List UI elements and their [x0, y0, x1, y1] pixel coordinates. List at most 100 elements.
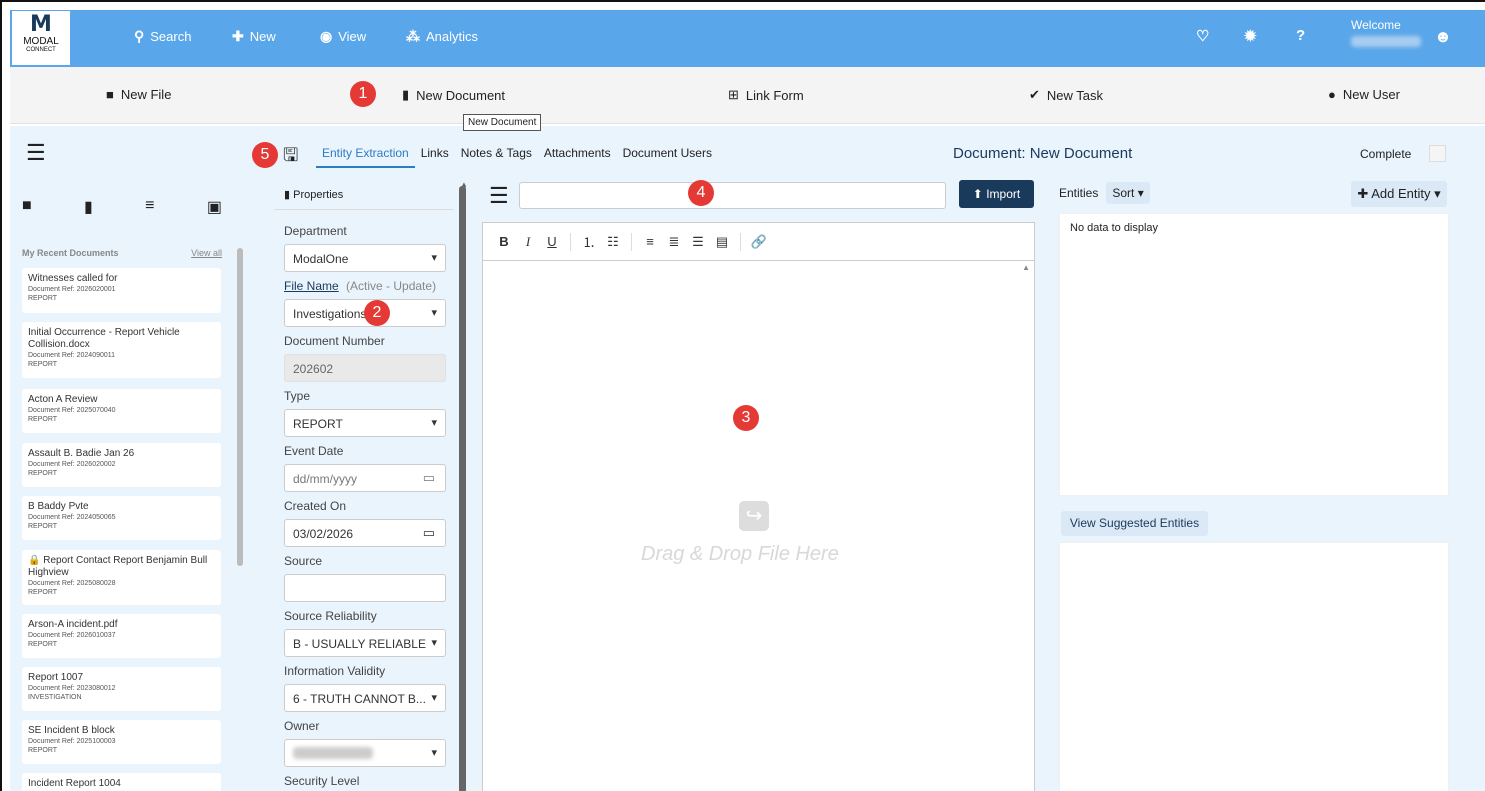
recent-document-item[interactable]: Acton A Review Document Ref: 2025070040 …	[22, 389, 221, 433]
new-user-button[interactable]: ● New User	[1328, 87, 1400, 102]
nav-new[interactable]: ✚ New	[232, 28, 276, 45]
document-tabs: Entity Extraction Links Notes & Tags Att…	[316, 146, 718, 168]
bell-icon[interactable]: ♡	[1196, 27, 1209, 45]
toolbar-divider	[740, 232, 741, 251]
recent-document-item[interactable]: Incident Report 1004	[22, 773, 221, 791]
file-icon: ▮	[284, 189, 291, 201]
underline-button[interactable]: U	[541, 234, 563, 249]
tab-entity-extraction[interactable]: Entity Extraction	[316, 146, 415, 168]
briefcase-icon[interactable]: ■	[22, 197, 32, 217]
frame-icon[interactable]: ▣	[207, 197, 222, 217]
recent-document-item[interactable]: SE Incident B block Document Ref: 202510…	[22, 720, 221, 764]
align-center-icon[interactable]: ≣	[663, 234, 685, 250]
help-icon[interactable]: ?	[1296, 27, 1305, 44]
recent-doc-title: Witnesses called for	[28, 273, 118, 284]
source-reliability-select[interactable]: B - USUALLY RELIABLE	[284, 629, 446, 657]
rich-text-editor[interactable]: B I U ⒈ ☷ ≡ ≣ ☰ ▤ 🔗 ▲ ↪ Drag & Drop File…	[482, 222, 1035, 791]
user-icon: ●	[1328, 87, 1336, 102]
ordered-list-icon[interactable]: ⒈	[578, 232, 600, 251]
recent-doc-title: Assault B. Badie Jan 26	[28, 448, 135, 459]
properties-title: Properties	[293, 189, 344, 201]
view-suggested-entities-button[interactable]: View Suggested Entities	[1061, 511, 1208, 536]
drop-zone[interactable]: ▲ ↪ Drag & Drop File Here	[483, 261, 1034, 791]
nav-analytics-label: Analytics	[426, 29, 479, 44]
logo-title: MODAL	[23, 36, 59, 47]
recent-doc-type: REPORT	[28, 416, 58, 423]
import-button[interactable]: ⬆ Import	[959, 180, 1034, 208]
editor-menu-icon[interactable]: ☰	[489, 185, 509, 207]
complete-checkbox[interactable]	[1429, 145, 1446, 162]
document-title-input[interactable]	[519, 182, 946, 209]
tab-document-users[interactable]: Document Users	[617, 146, 718, 168]
recent-doc-ref: Document Ref: 2026020002	[28, 461, 116, 468]
annotation-badge: 2	[364, 300, 390, 326]
save-icon[interactable]: 🖫	[283, 143, 298, 173]
tab-notes-tags[interactable]: Notes & Tags	[455, 146, 538, 168]
list-icon[interactable]: ≡	[145, 197, 154, 217]
bullet-list-icon[interactable]: ☷	[602, 234, 624, 250]
app-logo[interactable]: M MODAL CONNECT	[12, 11, 70, 65]
align-left-icon[interactable]: ≡	[639, 234, 661, 249]
recent-document-item[interactable]: Initial Occurrence - Report Vehicle Coll…	[22, 322, 221, 378]
view-all-link[interactable]: View all	[191, 248, 222, 258]
add-entity-button[interactable]: ✚ Add Entity ▾	[1351, 181, 1447, 207]
new-file-button[interactable]: ■ New File	[106, 87, 171, 102]
file-name-link[interactable]: File Name	[284, 279, 339, 293]
import-label: Import	[986, 187, 1021, 201]
bold-button[interactable]: B	[493, 234, 515, 249]
recent-doc-type: REPORT	[28, 523, 58, 530]
recent-document-item[interactable]: Arson-A incident.pdf Document Ref: 20260…	[22, 614, 221, 658]
scroll-up-arrow-icon[interactable]: ▲	[460, 180, 468, 189]
nav-view[interactable]: ◉ View	[320, 28, 366, 45]
nav-search[interactable]: ⚲ Search	[134, 28, 191, 45]
link-icon[interactable]: 🔗	[748, 234, 770, 250]
information-validity-select[interactable]: 6 - TRUTH CANNOT B...	[284, 684, 446, 712]
type-select[interactable]: REPORT	[284, 409, 446, 437]
recent-document-item[interactable]: B Baddy Pvte Document Ref: 2024050065 RE…	[22, 496, 221, 540]
gear-icon[interactable]: ✹	[1244, 27, 1257, 45]
link-form-button[interactable]: ⊞ Link Form	[728, 87, 804, 103]
recent-doc-ref: Document Ref: 2025080028	[28, 580, 116, 587]
department-select[interactable]: ModalOne	[284, 244, 446, 272]
tab-links[interactable]: Links	[415, 146, 455, 168]
check-icon: ✔	[1029, 87, 1040, 102]
user-circle-icon[interactable]: ☻	[1434, 27, 1452, 47]
file-name-note: (Active - Update)	[346, 279, 437, 293]
sidebar-menu-icon[interactable]: ☰	[26, 142, 46, 164]
nav-search-label: Search	[150, 29, 192, 44]
sitemap-icon: ⁂	[406, 28, 420, 44]
type-label: Type	[284, 389, 311, 403]
sidebar-scrollbar[interactable]	[236, 238, 244, 791]
created-on-input[interactable]: 03/02/2026	[284, 519, 446, 547]
new-document-button[interactable]: ▮ New Document	[402, 87, 505, 103]
properties-header: ▮ Properties	[274, 180, 454, 210]
complete-label: Complete	[1360, 147, 1412, 161]
nav-analytics[interactable]: ⁂ Analytics	[406, 28, 478, 45]
welcome-label: Welcome	[1351, 18, 1401, 32]
sort-button[interactable]: Sort ▾	[1106, 182, 1150, 204]
sidebar-scroll-thumb[interactable]	[237, 248, 243, 566]
file-icon: ▮	[402, 87, 410, 102]
recent-doc-ref: Document Ref: 2023080012	[28, 685, 116, 692]
recent-document-item[interactable]: Witnesses called for Document Ref: 20260…	[22, 268, 221, 313]
new-task-button[interactable]: ✔ New Task	[1029, 87, 1103, 103]
owner-select[interactable]	[284, 739, 446, 767]
new-file-label: New File	[120, 87, 172, 102]
editor-scroll-arrow-icon[interactable]: ▲	[1022, 263, 1030, 272]
recent-document-item[interactable]: 🔒 Report Contact Report Benjamin Bull Hi…	[22, 550, 221, 605]
source-input[interactable]	[284, 574, 446, 602]
recent-document-item[interactable]: Assault B. Badie Jan 26 Document Ref: 20…	[22, 443, 221, 487]
document-number-label: Document Number	[284, 334, 385, 348]
properties-scrollbar[interactable]	[459, 186, 466, 791]
information-validity-label: Information Validity	[284, 664, 386, 678]
recent-document-item[interactable]: Report 1007 Document Ref: 2023080012 INV…	[22, 667, 221, 711]
document-number-field: 202602	[284, 354, 446, 382]
annotation-badge: 4	[688, 180, 714, 206]
align-justify-icon[interactable]: ▤	[711, 234, 733, 250]
new-document-label: New Document	[416, 87, 506, 103]
italic-button[interactable]: I	[517, 234, 539, 250]
tab-attachments[interactable]: Attachments	[538, 146, 617, 168]
document-icon[interactable]: ▮	[84, 197, 93, 217]
event-date-input[interactable]: dd/mm/yyyy	[284, 464, 446, 492]
align-right-icon[interactable]: ☰	[687, 234, 709, 250]
